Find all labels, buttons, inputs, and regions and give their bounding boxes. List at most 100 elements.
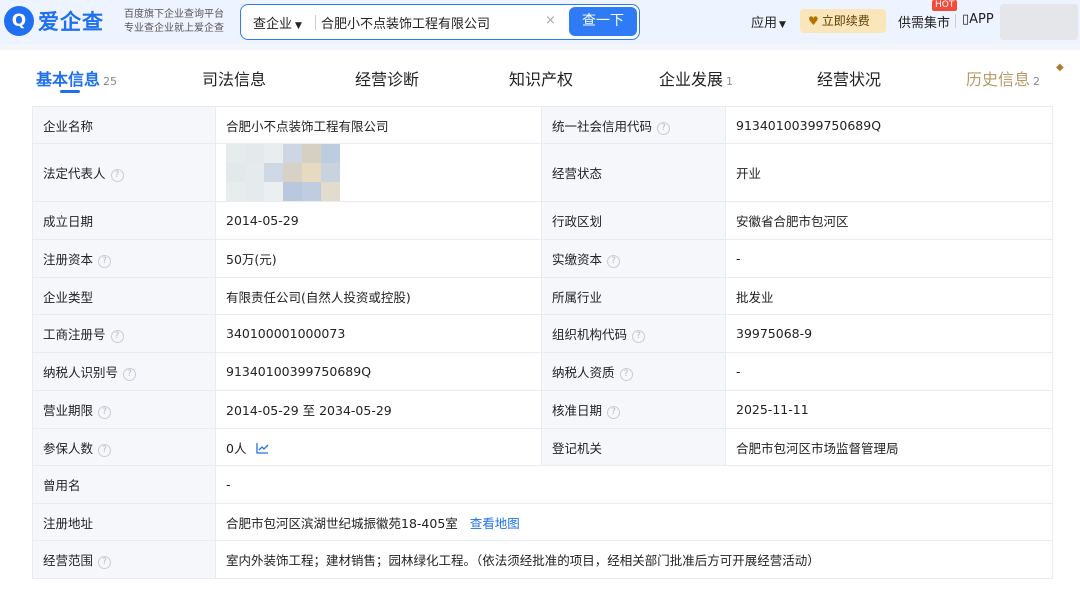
- approved-label-cell: 核准日期?: [541, 390, 726, 429]
- search-divider: [315, 15, 316, 30]
- nav-app-label: 应用: [751, 16, 778, 31]
- search-type-label: 查企业: [253, 17, 293, 32]
- logo[interactable]: Q 爱企查: [4, 6, 104, 36]
- logo-text: 爱企查: [38, 10, 104, 34]
- supply-market-link[interactable]: 供需集市: [898, 12, 950, 31]
- tab-judicial-info[interactable]: 司法信息: [202, 66, 266, 90]
- clear-icon[interactable]: ×: [545, 13, 556, 28]
- trend-chart-icon[interactable]: [256, 442, 269, 454]
- company-name-value: 合肥小不点装饰工程有限公司: [215, 106, 542, 144]
- legal-rep-avatar-redacted[interactable]: [226, 144, 541, 201]
- help-icon[interactable]: ?: [98, 556, 112, 569]
- authority-label: 登记机关: [541, 428, 726, 466]
- search-button[interactable]: 查一下: [569, 7, 637, 36]
- tab-count: 25: [103, 75, 118, 88]
- help-icon[interactable]: ?: [607, 255, 621, 268]
- table-row: 参保人数? 0人 登记机关 合肥市包河区市场监督管理局: [32, 428, 1053, 466]
- term-label-cell: 营业期限?: [32, 390, 216, 429]
- status-value: 开业: [725, 143, 1053, 202]
- paid-capital-label-cell: 实缴资本?: [541, 239, 726, 278]
- region-label: 行政区划: [541, 201, 726, 240]
- tab-history-info[interactable]: 历史信息 2: [966, 66, 1040, 90]
- tab-label: 司法信息: [202, 70, 267, 89]
- search-box: 查企业▼ × 查一下: [240, 4, 640, 40]
- help-icon[interactable]: ?: [607, 406, 621, 419]
- reg-capital-label: 注册资本: [43, 252, 94, 267]
- tab-label: 知识产权: [509, 70, 574, 89]
- legal-rep-label-cell: 法定代表人?: [32, 143, 216, 202]
- industry-label: 所属行业: [541, 277, 726, 315]
- caret-down-icon: ▼: [295, 21, 302, 31]
- region-value: 安徽省合肥市包河区: [725, 201, 1053, 240]
- reg-no-label: 工商注册号: [43, 327, 106, 342]
- help-icon[interactable]: ?: [619, 368, 633, 381]
- legal-rep-value: [215, 143, 542, 202]
- table-row: 注册地址 合肥市包河区滨湖世纪城振徽苑18-405室 查看地图: [32, 503, 1053, 541]
- term-label: 营业期限: [43, 403, 94, 418]
- help-icon[interactable]: ?: [632, 330, 646, 343]
- tab-label: 经营诊断: [355, 70, 420, 89]
- insured-label-cell: 参保人数?: [32, 428, 216, 466]
- main-card: 基本信息 25 司法信息 经营诊断 知识产权 企业发展 1 经营状况 历史信息 2 ◆…: [0, 50, 1080, 607]
- tab-enterprise-development[interactable]: 企业发展 1: [659, 66, 733, 90]
- help-icon[interactable]: ?: [123, 368, 137, 381]
- taxpayer-qual-label: 纳税人资质: [552, 365, 615, 380]
- reg-capital-value: 50万(元): [215, 239, 542, 278]
- address-label: 注册地址: [32, 503, 216, 541]
- reg-no-label-cell: 工商注册号?: [32, 314, 216, 353]
- tab-bar: 基本信息 25 司法信息 经营诊断 知识产权 企业发展 1 经营状况 历史信息 2 ◆: [0, 50, 1080, 98]
- renew-button[interactable]: ♥ 立即续费: [800, 9, 886, 33]
- help-icon[interactable]: ?: [98, 443, 112, 457]
- taxpayer-qual-label-cell: 纳税人资质?: [541, 352, 726, 391]
- tab-label: 企业发展: [659, 70, 724, 89]
- top-header: Q 爱企查 百度旗下企业查询平台 专业查企业就上爱企查 查企业▼ × 查一下 应…: [0, 0, 1080, 44]
- approved-value: 2025-11-11: [725, 390, 1053, 429]
- table-row: 成立日期 2014-05-29 行政区划 安徽省合肥市包河区: [32, 201, 1053, 240]
- view-map-link[interactable]: 查看地图: [470, 516, 520, 531]
- paid-capital-label: 实缴资本: [552, 252, 603, 267]
- table-row: 企业名称 合肥小不点装饰工程有限公司 统一社会信用代码? 91340100399…: [32, 106, 1053, 144]
- authority-value: 合肥市包河区市场监督管理局: [725, 428, 1053, 466]
- insured-value: 0人: [226, 440, 247, 456]
- status-label: 经营状态: [541, 143, 726, 202]
- active-tab-indicator: [60, 90, 80, 93]
- scope-value: 室内外装饰工程；建材销售；园林绿化工程。（依法须经批准的项目，经相关部门批准后方…: [215, 540, 1053, 579]
- table-row: 法定代表人? 经营状态 开业: [32, 143, 1053, 202]
- reg-capital-label-cell: 注册资本?: [32, 239, 216, 278]
- app-link-label: APP: [969, 12, 994, 27]
- help-icon[interactable]: ?: [110, 330, 124, 343]
- search-input[interactable]: [321, 11, 531, 33]
- help-icon[interactable]: ?: [657, 121, 671, 135]
- app-download-link[interactable]: ▯APP: [962, 12, 994, 27]
- table-row: 营业期限? 2014-05-29 至 2034-05-29 核准日期? 2025…: [32, 390, 1053, 429]
- taxpayer-id-label: 纳税人识别号: [43, 365, 119, 380]
- renew-label: 立即续费: [821, 14, 870, 28]
- taxpayer-qual-value: -: [725, 352, 1053, 391]
- help-icon[interactable]: ?: [110, 169, 124, 182]
- approved-label: 核准日期: [552, 403, 603, 418]
- type-label: 企业类型: [32, 277, 216, 315]
- company-name-label: 企业名称: [32, 106, 216, 144]
- user-avatar[interactable]: [1000, 4, 1078, 40]
- tab-label: 经营状况: [817, 70, 882, 89]
- help-icon[interactable]: ?: [98, 255, 112, 268]
- tab-operating-status[interactable]: 经营状况: [817, 66, 881, 90]
- founded-label: 成立日期: [32, 201, 216, 240]
- tab-basic-info[interactable]: 基本信息 25: [36, 66, 117, 90]
- taxpayer-id-label-cell: 纳税人识别号?: [32, 352, 216, 391]
- help-icon[interactable]: ?: [98, 406, 112, 419]
- tab-business-diagnosis[interactable]: 经营诊断: [355, 66, 419, 90]
- insured-value-cell: 0人: [215, 428, 542, 466]
- caret-down-icon: ▼: [779, 20, 786, 30]
- tab-count: 2: [1033, 75, 1041, 88]
- credit-code-label-cell: 统一社会信用代码?: [541, 106, 726, 144]
- slogan-line2: 专业查企业就上爱企查: [124, 23, 224, 34]
- search-type-select[interactable]: 查企业 ▼: [253, 13, 302, 32]
- table-row: 经营范围? 室内外装饰工程；建材销售；园林绿化工程。（依法须经批准的项目，经相关…: [32, 540, 1053, 579]
- credit-code-label: 统一社会信用代码: [552, 118, 653, 134]
- term-value: 2014-05-29 至 2034-05-29: [215, 390, 542, 429]
- nav-app-menu[interactable]: 应用 ▼: [751, 12, 786, 31]
- tab-intellectual-property[interactable]: 知识产权: [509, 66, 573, 90]
- scope-label-cell: 经营范围?: [32, 540, 216, 579]
- table-row: 企业类型 有限责任公司(自然人投资或控股) 所属行业 批发业: [32, 277, 1053, 315]
